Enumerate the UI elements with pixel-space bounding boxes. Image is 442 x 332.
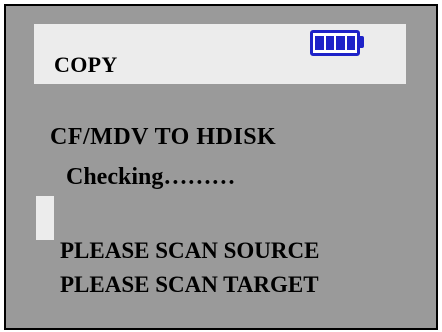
battery-icon — [310, 30, 360, 56]
battery-cell — [315, 36, 324, 50]
status-text: Checking……… — [66, 164, 236, 190]
scan-target-prompt: PLEASE SCAN TARGET — [60, 272, 319, 297]
title-bar: COPY — [34, 24, 406, 84]
battery-cell — [346, 36, 355, 50]
battery-cell — [325, 36, 334, 50]
copy-mode-label: CF/MDV TO HDISK — [50, 124, 277, 150]
progress-bar — [36, 196, 408, 240]
page-title: COPY — [54, 52, 118, 77]
scan-source-prompt: PLEASE SCAN SOURCE — [60, 238, 320, 263]
battery-cell — [336, 36, 345, 50]
battery-tip — [360, 36, 364, 48]
device-screen: COPY CF/MDV TO HDISK Checking……… PLEASE … — [4, 4, 438, 330]
progress-bar-fill — [36, 196, 54, 240]
